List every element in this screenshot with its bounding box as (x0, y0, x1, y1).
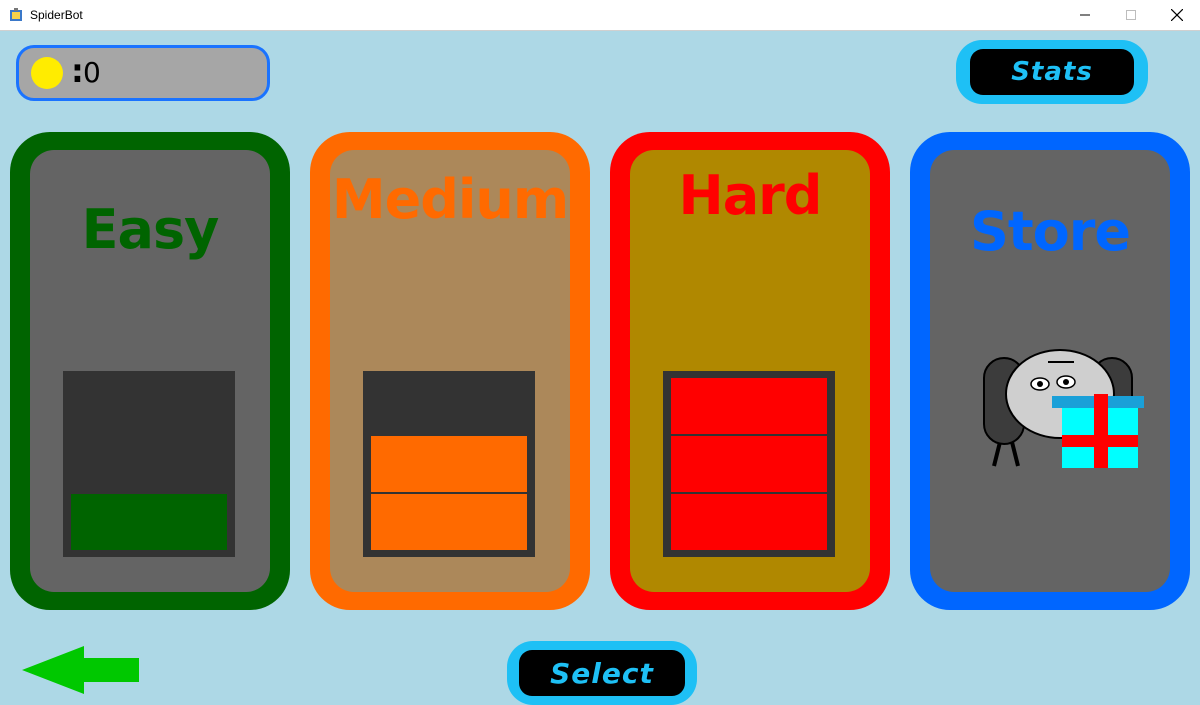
card-title-store: Store (969, 200, 1131, 263)
difficulty-meter (363, 371, 535, 557)
coin-icon (31, 57, 63, 89)
stats-button-label: Stats (970, 49, 1134, 95)
app-icon (10, 8, 22, 21)
select-button[interactable]: Select (507, 641, 697, 705)
difficulty-card-hard[interactable]: Hard (610, 132, 890, 610)
difficulty-bar (371, 494, 527, 550)
maximize-button[interactable] (1108, 0, 1154, 30)
difficulty-meter (63, 371, 235, 557)
difficulty-bar (671, 436, 827, 492)
difficulty-card-medium[interactable]: Medium (310, 132, 590, 610)
close-button[interactable] (1154, 0, 1200, 30)
close-icon (1171, 9, 1183, 21)
difficulty-bar (671, 494, 827, 550)
card-panel: Medium (330, 150, 570, 592)
store-card[interactable]: Store (910, 132, 1190, 610)
window-title: SpiderBot (30, 8, 83, 22)
coin-count: 0 (83, 56, 101, 89)
card-panel: Hard (630, 150, 870, 592)
robot-gift-icon (983, 349, 1144, 468)
difficulty-card-easy[interactable]: Easy (10, 132, 290, 610)
difficulty-bar (371, 436, 527, 492)
difficulty-meter (663, 371, 835, 557)
card-title-easy: Easy (81, 198, 220, 261)
maximize-icon (1126, 10, 1136, 20)
card-panel: Store (930, 150, 1170, 592)
card-title-medium: Medium (331, 168, 569, 231)
minimize-button[interactable] (1062, 0, 1108, 30)
select-button-label: Select (519, 650, 685, 696)
difficulty-bar (671, 378, 827, 434)
difficulty-bar (71, 494, 227, 550)
coin-counter: : 0 (16, 45, 270, 101)
coin-separator: : (71, 52, 84, 90)
card-title-hard: Hard (678, 164, 823, 227)
back-arrow-icon[interactable] (22, 646, 142, 694)
window-titlebar: SpiderBot (0, 0, 1200, 31)
minimize-icon (1080, 14, 1090, 16)
stats-button[interactable]: Stats (956, 40, 1148, 104)
card-panel: Easy (30, 150, 270, 592)
